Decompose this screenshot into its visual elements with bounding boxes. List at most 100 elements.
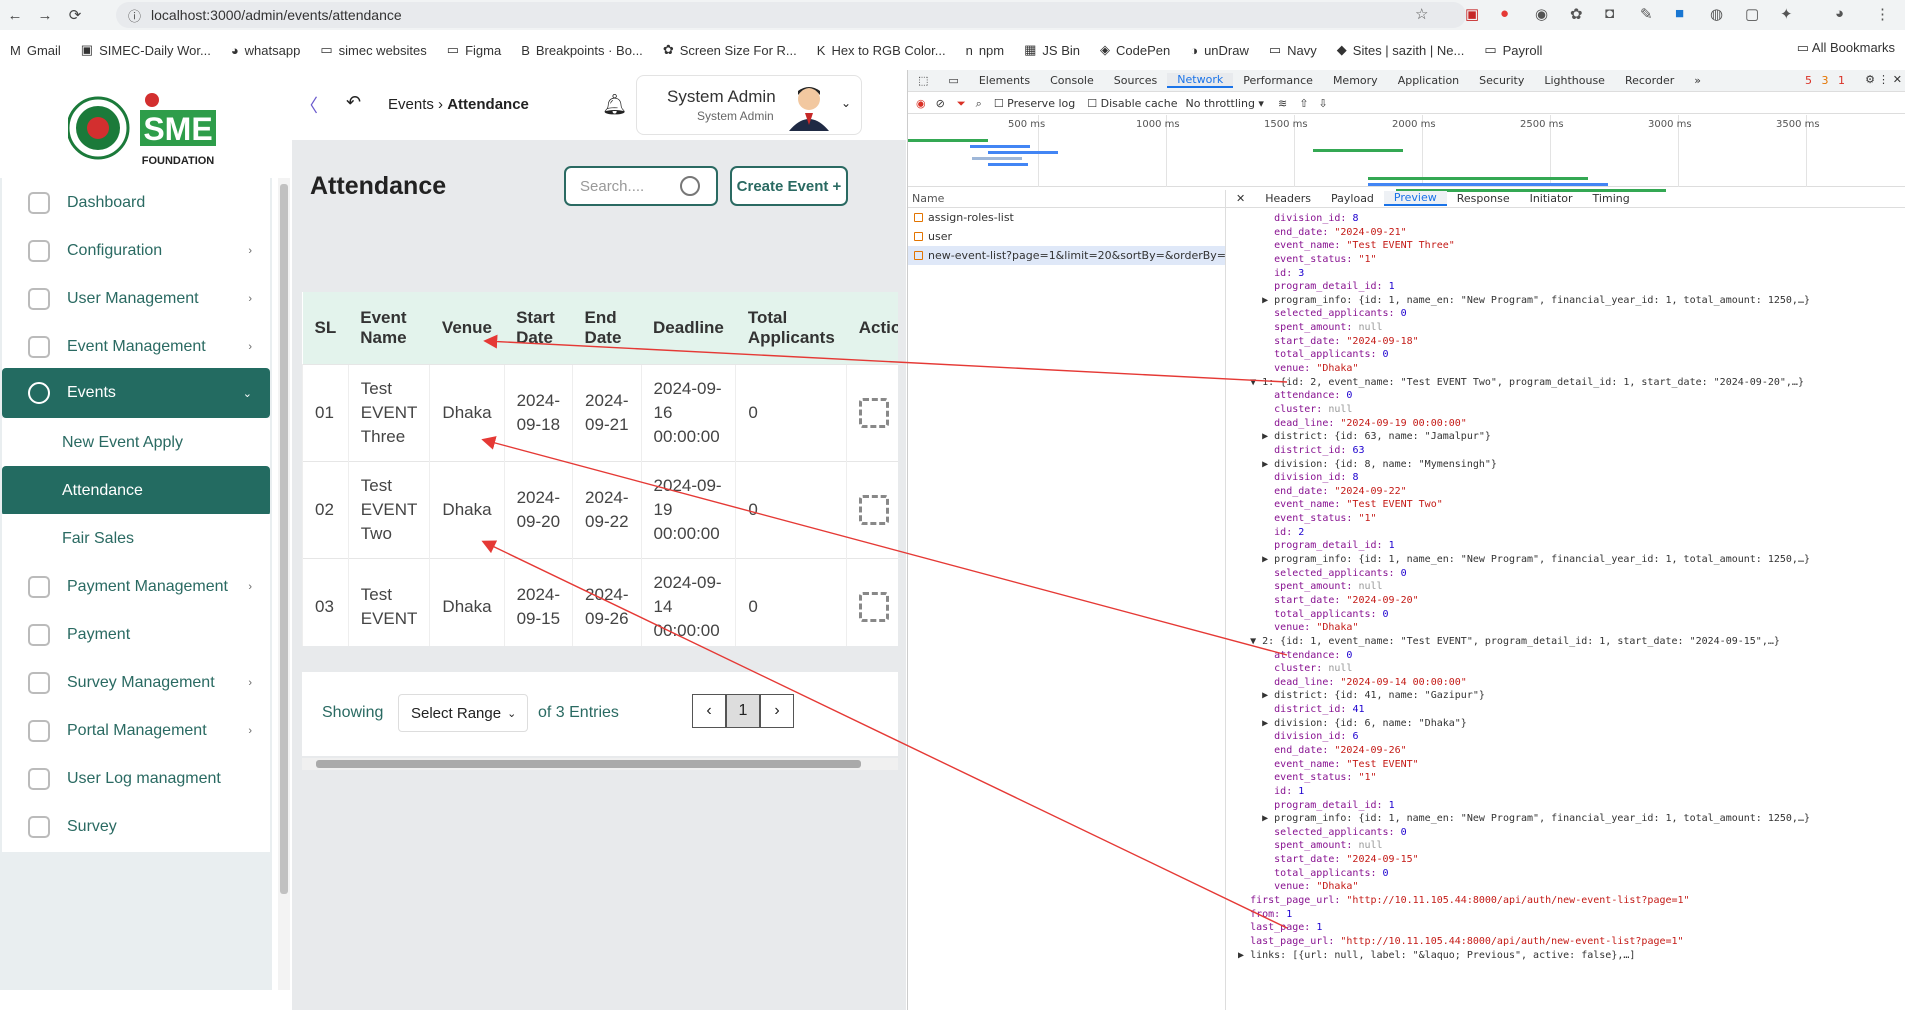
tab-application[interactable]: Application <box>1388 74 1469 87</box>
tab-performance[interactable]: Performance <box>1233 74 1323 87</box>
column-header[interactable]: Deadline <box>641 292 736 364</box>
undo-back-icon[interactable]: ↶ <box>346 92 361 113</box>
request-row[interactable]: user <box>908 227 1225 246</box>
sidebar-item-event-management[interactable]: Event Management › <box>2 322 270 372</box>
prev-page-button[interactable]: ‹ <box>692 694 726 728</box>
wifi-icon[interactable]: ≋ <box>1278 97 1287 110</box>
name-column-header[interactable]: Name <box>908 190 1225 208</box>
extension-icon[interactable]: ▣ <box>1465 5 1479 23</box>
sidebar-item-new-event-apply[interactable]: New Event Apply <box>2 418 270 468</box>
qr-code-icon[interactable] <box>859 591 890 622</box>
column-header[interactable]: Start Date <box>504 292 573 364</box>
tab-preview[interactable]: Preview <box>1383 191 1447 206</box>
more-tabs-icon[interactable]: » <box>1684 74 1711 87</box>
sidebar-item-user-management[interactable]: User Management › <box>2 274 270 324</box>
all-bookmarks[interactable]: ▭ All Bookmarks <box>1797 40 1895 56</box>
bookmark-item[interactable]: ◑ unDraw <box>1190 43 1249 58</box>
tab-memory[interactable]: Memory <box>1323 74 1388 87</box>
sidebar-item-payment[interactable]: Payment <box>2 610 270 660</box>
address-bar[interactable]: ⓘ localhost:3000/admin/events/attendance <box>116 2 1466 28</box>
bookmark-item[interactable]: M Gmail <box>10 43 61 58</box>
column-header[interactable]: Total Applicants <box>735 292 847 364</box>
menu-icon[interactable]: ⋮ <box>1875 5 1890 23</box>
column-header[interactable]: Event Name <box>348 292 430 364</box>
next-page-button[interactable]: › <box>760 694 794 728</box>
bookmark-item[interactable]: ◆ Sites | sazith | Ne... <box>1337 42 1465 58</box>
preserve-log-checkbox[interactable]: ☐ Preserve log <box>994 97 1075 110</box>
device-toggle-icon[interactable]: ▭ <box>938 74 968 87</box>
globe-icon[interactable]: ◍ <box>1710 5 1723 23</box>
extension-icon[interactable]: ◉ <box>1535 5 1548 23</box>
sidebar-item-survey-management[interactable]: Survey Management › <box>2 658 270 708</box>
extension-icon[interactable]: ✿ <box>1570 5 1583 23</box>
bookmark-item[interactable]: ▭ simec websites <box>320 42 426 58</box>
request-row[interactable]: assign-roles-list <box>908 208 1225 227</box>
create-event-button[interactable]: Create Event + <box>730 166 848 206</box>
bookmark-item[interactable]: ▣ SIMEC-Daily Wor... <box>81 42 211 58</box>
extension-icon[interactable]: ■ <box>1675 5 1684 22</box>
tab-lighthouse[interactable]: Lighthouse <box>1534 74 1615 87</box>
filter-icon[interactable]: ⏷ <box>957 97 966 111</box>
range-select[interactable]: Select Range ⌄ <box>398 694 528 732</box>
clear-icon[interactable]: ⊘ <box>936 97 945 110</box>
sidebar-item-survey[interactable]: Survey <box>2 802 270 852</box>
puzzle-icon[interactable]: ✦ <box>1780 5 1793 23</box>
disable-cache-checkbox[interactable]: ☐ Disable cache <box>1087 97 1177 110</box>
opera-icon[interactable]: ● <box>1500 5 1509 22</box>
pen-icon[interactable]: ✎ <box>1640 5 1653 23</box>
sidebar-item-user-log-managment[interactable]: User Log managment <box>2 754 270 804</box>
column-header[interactable]: SL <box>302 292 349 364</box>
search-icon[interactable] <box>680 176 700 196</box>
import-icon[interactable]: ⇧ <box>1299 97 1308 110</box>
camera-icon[interactable]: ◘ <box>1605 5 1614 22</box>
bookmark-item[interactable]: B Breakpoints · Bo... <box>521 43 643 58</box>
bell-icon[interactable]: 🔔︎ <box>602 92 627 117</box>
network-timeline[interactable]: 500 ms 1000 ms 1500 ms 2000 ms 2500 ms 3000 m… <box>908 115 1905 192</box>
bookmark-item[interactable]: ◕ whatsapp <box>231 43 301 58</box>
user-menu[interactable]: System Admin System Admin ⌄ <box>636 75 862 135</box>
sidebar-item-payment-management[interactable]: Payment Management › <box>2 562 270 612</box>
sidebar-item-fair-sales[interactable]: Fair Sales <box>2 514 270 564</box>
page-number-button[interactable]: 1 <box>726 694 760 728</box>
sidebar-item-events[interactable]: Events ⌄ <box>2 368 270 418</box>
tab-recorder[interactable]: Recorder <box>1615 74 1684 87</box>
export-icon[interactable]: ⇩ <box>1318 97 1327 110</box>
sidebar-item-portal-management[interactable]: Portal Management › <box>2 706 270 756</box>
record-icon[interactable]: ◉ <box>916 97 926 110</box>
request-row[interactable]: new-event-list?page=1&limit=20&sortBy=&o… <box>908 246 1225 265</box>
tab-security[interactable]: Security <box>1469 74 1534 87</box>
tab-network[interactable]: Network <box>1167 73 1234 88</box>
bookmark-item[interactable]: ✿ Screen Size For R... <box>663 42 797 58</box>
tab-timing[interactable]: Timing <box>1583 192 1640 205</box>
reload-icon[interactable]: ⟳ <box>60 0 90 30</box>
bookmark-item[interactable]: K Hex to RGB Color... <box>817 43 946 58</box>
tab-payload[interactable]: Payload <box>1321 192 1384 205</box>
sidebar-scrollbar[interactable] <box>278 178 290 990</box>
site-info-icon[interactable]: ⓘ <box>128 6 141 25</box>
bookmark-item[interactable]: ▦ JS Bin <box>1024 42 1080 58</box>
tab-elements[interactable]: Elements <box>969 74 1040 87</box>
bookmark-item[interactable]: n npm <box>966 43 1005 58</box>
qr-code-icon[interactable] <box>859 494 890 525</box>
tab-console[interactable]: Console <box>1040 74 1104 87</box>
inspect-icon[interactable]: ⬚ <box>908 74 938 87</box>
bookmark-item[interactable]: ◈ CodePen <box>1100 42 1170 58</box>
profile-avatar-icon[interactable]: ◕ <box>1835 5 1844 22</box>
sidebar-item-configuration[interactable]: Configuration › <box>2 226 270 276</box>
sidebar-item-attendance[interactable]: Attendance <box>2 466 270 516</box>
search-icon[interactable]: ⌕ <box>976 97 982 111</box>
throttling-select[interactable]: No throttling ▾ <box>1185 97 1263 110</box>
bookmark-item[interactable]: ▭ Figma <box>447 42 501 58</box>
column-header[interactable]: Venue <box>429 292 505 364</box>
devtools-badges[interactable]: 5 3 1 <box>1805 74 1845 87</box>
more-icon[interactable]: ⋮ <box>1878 73 1889 86</box>
close-icon[interactable]: ✕ <box>1893 73 1902 86</box>
forward-icon[interactable]: → <box>30 0 60 30</box>
back-icon[interactable]: ← <box>0 0 30 30</box>
sidebar-item-dashboard[interactable]: Dashboard <box>2 178 270 228</box>
column-header[interactable]: End Date <box>572 292 642 364</box>
bookmark-item[interactable]: ▭ Navy <box>1269 42 1317 58</box>
qr-code-icon[interactable] <box>859 397 890 428</box>
search-input[interactable]: Search.... <box>564 166 718 206</box>
settings-gear-icon[interactable]: ⚙ <box>1865 73 1875 86</box>
